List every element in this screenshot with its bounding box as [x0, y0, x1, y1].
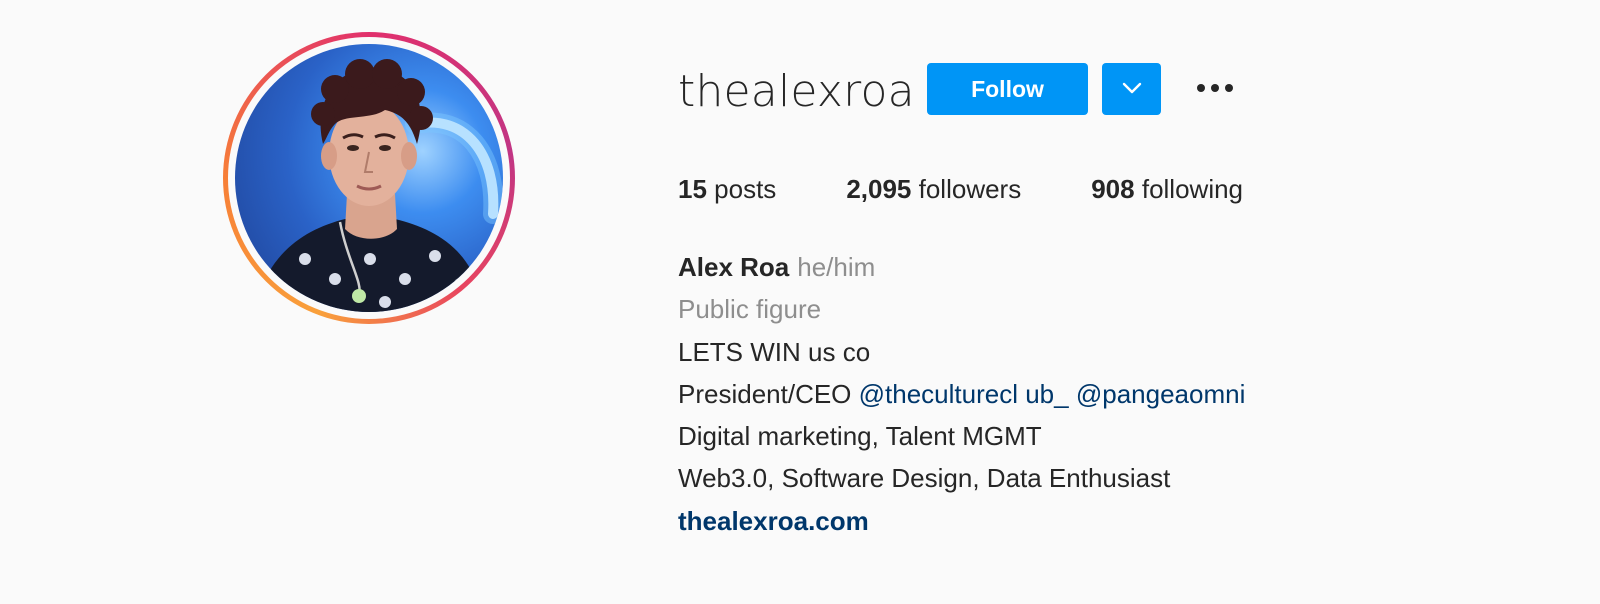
posts-count: 15	[678, 174, 707, 204]
bio-name-line: Alex Roa he/him	[678, 246, 1245, 288]
following-label: following	[1141, 174, 1244, 204]
bio-line: Web3.0, Software Design, Data Enthusiast	[678, 463, 1171, 494]
suggestions-dropdown-button[interactable]	[1102, 63, 1161, 115]
profile-stats: 15 posts 2,095 followers 908 following	[678, 172, 1313, 206]
mention-link-theculturecl ub[interactable]: @theculturecl ub_	[859, 379, 1069, 409]
followers-count: 2,095	[846, 174, 912, 204]
bio-line: LETS WIN us co	[678, 336, 871, 367]
profile-page: thealexroa Follow 15 posts 2,095 followe…	[0, 0, 1600, 604]
followers-stat[interactable]: 2,095 followers	[846, 172, 1021, 206]
follow-button[interactable]: Follow	[927, 63, 1088, 115]
profile-photo-image	[255, 59, 503, 312]
chevron-down-icon	[1122, 82, 1142, 97]
following-count: 908	[1091, 174, 1135, 204]
profile-photo	[235, 44, 503, 312]
posts-stat: 15 posts	[678, 172, 776, 206]
more-options-button[interactable]	[1190, 70, 1240, 108]
profile-username: thealexroa	[678, 66, 915, 117]
mention-link-pangeaomni[interactable]: @pangeaomni	[1076, 379, 1246, 409]
following-stat[interactable]: 908 following	[1091, 172, 1243, 206]
pronouns: he/him	[797, 252, 876, 282]
bio-mentions-line: President/CEO @theculturecl ub_ @pangeao…	[678, 373, 1245, 415]
profile-category: Public figure	[678, 294, 822, 325]
website-link[interactable]: thealexroa.com	[678, 500, 1245, 542]
bio-line-prefix: President/CEO	[678, 378, 852, 409]
profile-avatar[interactable]	[223, 32, 515, 324]
bio-line: Digital marketing, Talent MGMT	[678, 421, 1042, 452]
posts-label: posts	[714, 174, 777, 204]
profile-bio: Alex Roa he/him Public figure LETS WIN us…	[678, 246, 1245, 542]
more-horizontal-icon	[1195, 80, 1235, 98]
followers-label: followers	[918, 174, 1022, 204]
full-name: Alex Roa	[678, 252, 790, 282]
